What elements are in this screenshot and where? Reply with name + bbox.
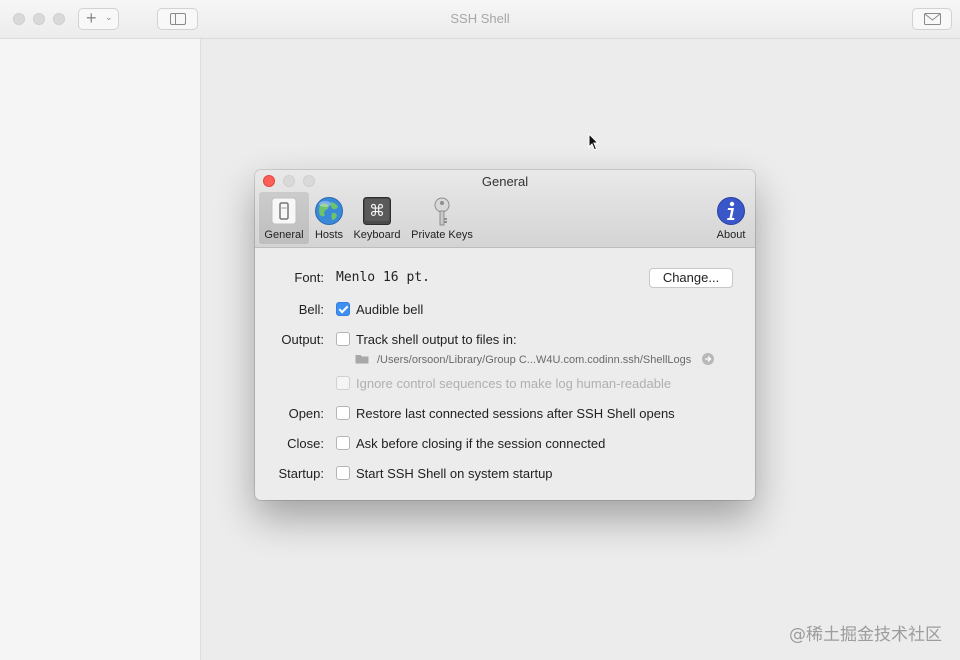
track-output-option[interactable]: Track shell output to files in:	[336, 332, 517, 347]
track-output-text: Track shell output to files in:	[356, 332, 517, 347]
preferences-title: General	[481, 174, 529, 189]
ask-before-closing-checkbox[interactable]	[336, 436, 350, 450]
tab-about-label: About	[716, 229, 746, 241]
tab-hosts[interactable]: Hosts	[310, 192, 348, 244]
tab-keyboard-label: Keyboard	[353, 229, 401, 241]
info-icon	[717, 197, 745, 225]
bell-label: Bell:	[298, 302, 324, 317]
restore-sessions-option[interactable]: Restore last connected sessions after SS…	[336, 406, 675, 421]
main-titlebar: + ⌄ SSH Shell	[0, 0, 960, 39]
start-on-startup-option[interactable]: Start SSH Shell on system startup	[336, 466, 553, 481]
startup-label: Startup:	[278, 466, 324, 481]
ask-before-closing-option[interactable]: Ask before closing if the session connec…	[336, 436, 605, 451]
tab-about[interactable]: About	[709, 192, 753, 244]
tab-private-keys[interactable]: Private Keys	[408, 192, 476, 244]
close-label: Close:	[287, 436, 324, 451]
log-path[interactable]: /Users/orsoon/Library/Group C...W4U.com.…	[355, 353, 715, 366]
track-output-checkbox[interactable]	[336, 332, 350, 346]
tab-general-label: General	[264, 229, 304, 241]
tab-keyboard[interactable]: ⌘ Keyboard	[350, 192, 404, 244]
ignore-control-sequences-checkbox[interactable]	[336, 376, 350, 390]
preferences-toolbar: General General Hosts ⌘ Keyboard Private…	[255, 170, 755, 248]
watermark: @稀土掘金技术社区	[789, 625, 942, 645]
start-on-startup-checkbox[interactable]	[336, 466, 350, 480]
switch-icon	[271, 197, 297, 225]
svg-text:⌘: ⌘	[369, 201, 385, 220]
preferences-window: General General Hosts ⌘ Keyboard Private…	[255, 170, 755, 500]
globe-icon	[315, 197, 343, 225]
ask-before-closing-text: Ask before closing if the session connec…	[356, 436, 606, 451]
general-settings-panel: Font: Menlo 16 pt. Change... Bell: Audib…	[255, 248, 755, 500]
feedback-button[interactable]	[912, 8, 952, 30]
start-on-startup-text: Start SSH Shell on system startup	[356, 466, 553, 481]
sidebar	[0, 39, 201, 660]
envelope-icon	[924, 13, 941, 25]
restore-sessions-checkbox[interactable]	[336, 406, 350, 420]
log-path-text: /Users/orsoon/Library/Group C...W4U.com.…	[377, 354, 692, 366]
tab-private-keys-label: Private Keys	[411, 229, 473, 241]
open-label: Open:	[288, 406, 324, 421]
restore-sessions-text: Restore last connected sessions after SS…	[356, 406, 675, 421]
window-title: SSH Shell	[450, 11, 510, 26]
tab-general[interactable]: General	[259, 192, 309, 244]
audible-bell-option[interactable]: Audible bell	[336, 302, 423, 317]
mouse-cursor-icon	[588, 133, 600, 151]
arrow-circle-right-icon[interactable]	[702, 353, 715, 365]
ignore-control-sequences-text: Ignore control sequences to make log hum…	[356, 376, 672, 391]
audible-bell-text: Audible bell	[356, 302, 424, 317]
command-key-icon: ⌘	[363, 197, 391, 225]
font-label: Font:	[294, 270, 324, 285]
folder-icon	[355, 355, 369, 364]
font-value: Menlo 16 pt.	[336, 270, 430, 285]
key-icon	[434, 197, 450, 226]
tab-hosts-label: Hosts	[314, 229, 344, 241]
output-label: Output:	[281, 332, 324, 347]
audible-bell-checkbox[interactable]	[336, 302, 350, 316]
ignore-control-sequences-option[interactable]: Ignore control sequences to make log hum…	[336, 376, 671, 391]
change-font-button[interactable]: Change...	[649, 268, 733, 288]
